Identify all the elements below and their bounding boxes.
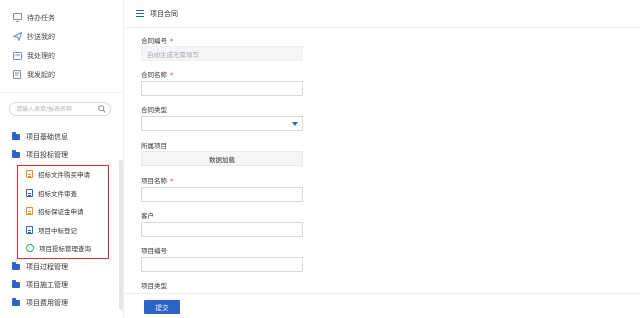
contract-no-field: 自动生成无需填写 (141, 46, 303, 61)
edit-doc-icon (12, 70, 22, 80)
sidebar: 待办任务 抄送我的 我处理的 我发起的 请输入表单/报表名称 项目基础信息 项目… (0, 0, 124, 318)
quick-links: 待办任务 抄送我的 我处理的 我发起的 (0, 8, 124, 84)
field-label-project-name: 项目名称 * (141, 177, 174, 185)
tree-item-label: 项目费用管理 (26, 299, 68, 307)
tree-item-expense[interactable]: 项目费用管理 (0, 294, 118, 312)
quick-link-todo[interactable]: 待办任务 (0, 8, 124, 27)
tree-item-process[interactable]: 项目过程管理 (0, 258, 118, 276)
quick-link-cc[interactable]: 抄送我的 (0, 27, 124, 46)
contract-type-select[interactable] (141, 116, 303, 131)
field-label-contract-type: 合同类型 (141, 106, 167, 114)
nav-tree: 项目基础信息 项目投标管理 (0, 128, 118, 164)
inbox-icon (12, 51, 22, 61)
page-title: 项目合同 (150, 9, 178, 18)
customer-input[interactable] (141, 222, 303, 237)
quick-link-label: 抄送我的 (27, 32, 55, 41)
quick-link-label: 待办任务 (27, 13, 55, 22)
field-label-project-type: 项目类型 (141, 282, 167, 290)
project-name-input[interactable] (141, 187, 303, 202)
submit-button[interactable]: 提交 (144, 300, 180, 314)
quick-link-label: 我发起的 (27, 70, 55, 79)
tree-item-label: 项目投标管理 (26, 151, 68, 159)
quick-link-initiated[interactable]: 我发起的 (0, 65, 124, 84)
quick-link-label: 我处理的 (27, 51, 55, 60)
search-icon[interactable] (98, 105, 106, 113)
tree-item-bidding[interactable]: 项目投标管理 (0, 146, 118, 164)
field-label-contract-name: 合同名称 * (141, 71, 174, 79)
field-label-project-no: 项目编号 (141, 247, 167, 255)
folder-icon (12, 150, 20, 158)
field-label-customer: 客户 (141, 212, 154, 220)
highlight-box (17, 165, 109, 259)
sidebar-scrollbar[interactable] (119, 160, 123, 310)
chevron-down-icon[interactable] (288, 117, 302, 130)
form-footer: 提交 (124, 293, 640, 318)
folder-icon (12, 298, 20, 306)
tree-item-basic-info[interactable]: 项目基础信息 (0, 128, 118, 146)
search-box[interactable] (9, 102, 111, 116)
load-data-button[interactable]: 数据加载 (141, 151, 303, 166)
divider (0, 92, 124, 93)
page-header: 项目合同 (124, 0, 640, 28)
tree-item-construction[interactable]: 项目施工管理 (0, 276, 118, 294)
tree-item-label: 项目过程管理 (26, 263, 68, 271)
tree-item-label: 项目施工管理 (26, 281, 68, 289)
contract-name-input[interactable] (141, 81, 303, 96)
menu-icon[interactable] (136, 10, 144, 17)
project-no-input[interactable] (141, 257, 303, 272)
tree-item-label: 项目基础信息 (26, 133, 68, 141)
search-input[interactable] (16, 105, 96, 113)
folder-icon (12, 262, 20, 270)
field-label-project: 所属项目 (141, 142, 167, 150)
send-icon (12, 32, 22, 42)
field-label-contract-no: 合同编号 * (141, 37, 174, 45)
quick-link-handled[interactable]: 我处理的 (0, 46, 124, 65)
folder-icon (12, 280, 20, 288)
folder-icon (12, 132, 20, 140)
monitor-icon (12, 13, 22, 23)
nav-tree-bottom: 项目过程管理 项目施工管理 项目费用管理 (0, 258, 118, 312)
